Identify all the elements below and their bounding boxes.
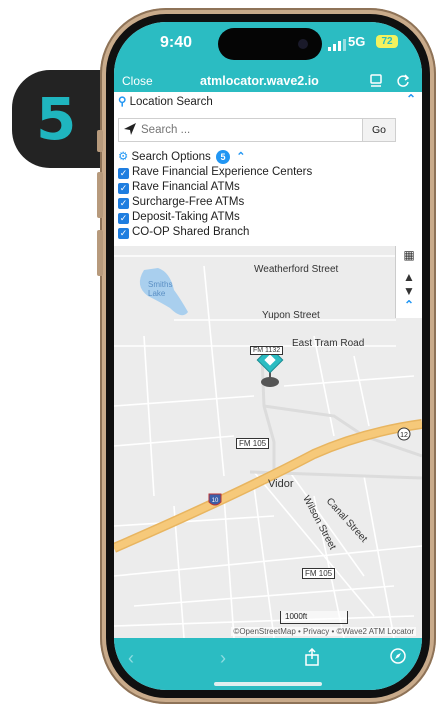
options-count-badge: 5 [215, 150, 230, 164]
checkbox-checked-icon[interactable]: ✓ [118, 228, 129, 239]
search-icon: ⚲ [118, 96, 127, 108]
map-label-smiths-lake: Smiths Lake [148, 280, 173, 298]
option-experience-centers[interactable]: ✓ Rave Financial Experience Centers [118, 165, 312, 180]
home-indicator[interactable] [214, 682, 322, 686]
camera-icon [298, 39, 308, 49]
reader-icon[interactable] [370, 74, 384, 88]
location-search-header[interactable]: ⚲ Location Search [118, 94, 213, 110]
checkbox-checked-icon[interactable]: ✓ [118, 168, 129, 179]
network-type: 5G [348, 34, 366, 49]
chevron-up-icon[interactable]: ⌃ [396, 298, 422, 312]
map-label-weatherford: Weatherford Street [254, 264, 339, 275]
chevron-up-icon[interactable]: ⌃ [236, 151, 245, 163]
map-label-vidor: Vidor [268, 478, 294, 490]
route-shield: 12 [400, 432, 408, 439]
go-button[interactable]: Go [362, 119, 395, 141]
map-label-east-tram: East Tram Road [292, 338, 365, 349]
map-scale: 1000ft [280, 611, 348, 624]
map-label-yupon: Yupon Street [262, 310, 320, 321]
option-rave-atms[interactable]: ✓ Rave Financial ATMs [118, 180, 240, 195]
checkbox-checked-icon[interactable]: ✓ [118, 213, 129, 224]
volume-down-button [97, 230, 103, 276]
option-label: CO-OP Shared Branch [132, 226, 250, 238]
map-label-fm1132: FM 1132 [250, 346, 284, 355]
step-number: 5 [36, 85, 77, 153]
search-bar: Go [118, 118, 396, 142]
back-icon[interactable]: ‹ [128, 648, 134, 669]
sort-icon[interactable]: ▲ ▼ [396, 270, 422, 298]
search-options-header[interactable]: ⚙ Search Options 5 ⌃ [118, 149, 245, 165]
map-attribution[interactable]: ©OpenStreetMap • Privacy • ©Wave2 ATM Lo… [231, 627, 416, 636]
browser-toolbar: Close atmlocator.wave2.io [114, 70, 422, 92]
compass-icon[interactable] [390, 648, 406, 664]
map-label-fm105: FM 105 [236, 438, 270, 449]
option-label: Rave Financial ATMs [132, 181, 240, 193]
search-options-title: Search Options [131, 151, 211, 163]
location-arrow-icon[interactable] [123, 122, 137, 136]
silent-switch [97, 130, 103, 152]
search-input[interactable] [139, 119, 363, 141]
option-coop-shared-branch[interactable]: ✓ CO-OP Shared Branch [118, 225, 249, 240]
checkbox-checked-icon[interactable]: ✓ [118, 183, 129, 194]
option-deposit-taking[interactable]: ✓ Deposit-Taking ATMs [118, 210, 240, 225]
map-controls: ▦ ▲ ▼ ⌃ [395, 246, 422, 318]
map-view[interactable]: 10 12 Weatherford Street Smiths Lake Yup… [114, 246, 422, 638]
url-label: atmlocator.wave2.io [200, 74, 319, 88]
option-label: Surcharge-Free ATMs [132, 196, 245, 208]
chevron-up-icon[interactable]: ⌃ [406, 92, 416, 106]
map-label-fm105-south: FM 105 [302, 568, 336, 579]
location-search-title: Location Search [129, 96, 213, 108]
status-time: 9:40 [160, 34, 193, 51]
grid-icon[interactable]: ▦ [396, 248, 422, 262]
close-button[interactable]: Close [122, 70, 153, 92]
share-icon[interactable] [304, 648, 320, 666]
interstate-shield: 10 [212, 498, 219, 504]
phone-screen: 9:40 5G 72 Close atmlocator.wave2.io ⚲ L… [114, 22, 422, 690]
signal-icon [328, 39, 346, 51]
reload-icon[interactable] [396, 74, 410, 88]
option-label: Rave Financial Experience Centers [132, 166, 313, 178]
search-panel: ⚲ Location Search ⌃ Go ⚙ Search Options … [114, 92, 422, 247]
status-bar: 9:40 5G 72 [114, 22, 422, 70]
option-surcharge-free[interactable]: ✓ Surcharge-Free ATMs [118, 195, 244, 210]
option-label: Deposit-Taking ATMs [132, 211, 240, 223]
battery-icon: 72 [376, 35, 398, 48]
forward-icon[interactable]: › [220, 648, 226, 669]
checkbox-checked-icon[interactable]: ✓ [118, 198, 129, 209]
volume-up-button [97, 172, 103, 218]
gear-icon: ⚙ [118, 151, 129, 163]
